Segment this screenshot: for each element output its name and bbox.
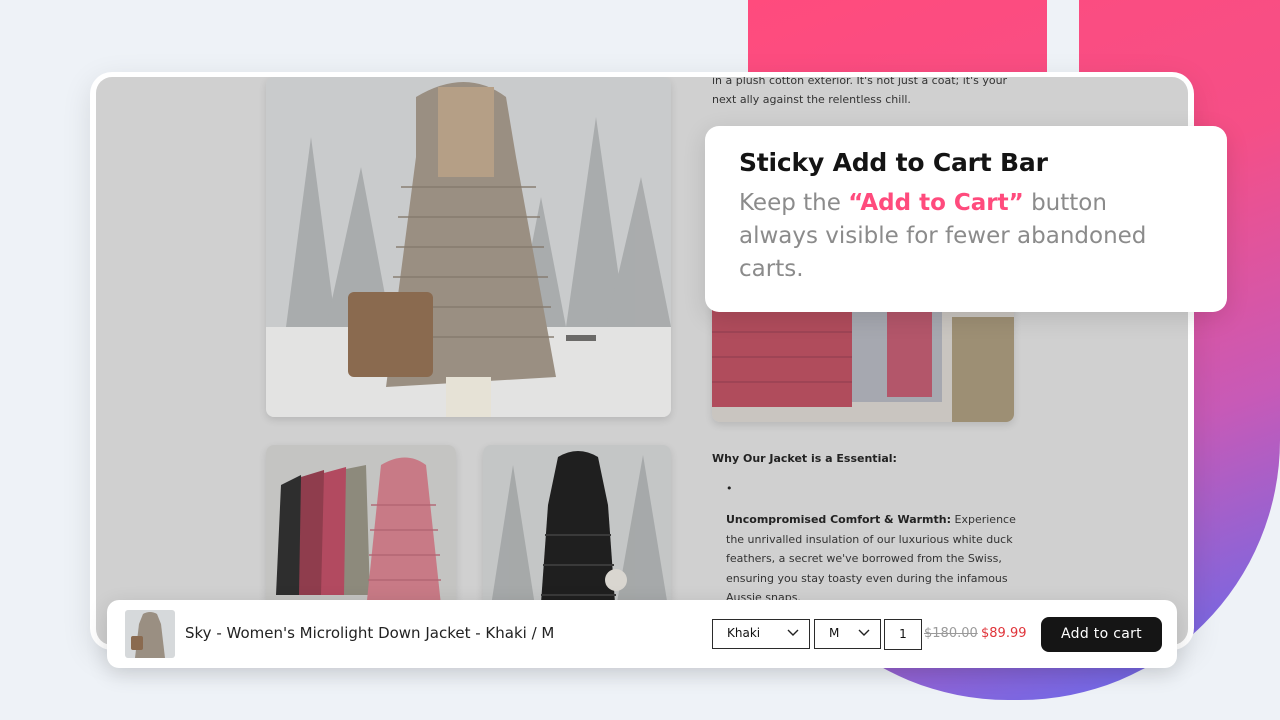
section-heading: Why Our Jacket is a Essential: <box>712 452 897 465</box>
color-select-value: Khaki <box>727 626 761 640</box>
chevron-down-icon <box>858 626 870 643</box>
feature-title: Uncompromised Comfort & Warmth: <box>726 513 952 526</box>
original-price: $180.00 <box>924 626 978 641</box>
callout-title: Sticky Add to Cart Bar <box>739 148 1048 177</box>
product-description-intro: in a plush cotton exterior. It's not jus… <box>712 77 1008 106</box>
product-thumbnail <box>125 610 175 658</box>
callout-body-accent: “Add to Cart” <box>848 190 1024 216</box>
bullet-marker: • <box>726 482 733 495</box>
main-product-image[interactable] <box>266 77 671 417</box>
callout-body: Keep the “Add to Cart” button always vis… <box>739 187 1193 286</box>
quantity-input[interactable]: 1 <box>884 619 922 650</box>
sticky-product-name: Sky - Women's Microlight Down Jacket - K… <box>185 624 555 642</box>
feature-paragraph: Uncompromised Comfort & Warmth: Experien… <box>726 510 1026 608</box>
sale-price: $89.99 <box>981 626 1027 641</box>
size-select-value: M <box>829 626 840 640</box>
sticky-add-to-cart-bar: Sky - Women's Microlight Down Jacket - K… <box>107 600 1177 668</box>
rack-photo-red-jackets[interactable] <box>712 297 1014 422</box>
color-select[interactable]: Khaki <box>712 619 810 649</box>
feature-text: Experience the unrivalled insulation of … <box>726 513 1016 604</box>
feature-callout-card: Sticky Add to Cart Bar Keep the “Add to … <box>705 126 1227 312</box>
callout-body-prefix: Keep the <box>739 190 849 216</box>
size-select[interactable]: M <box>814 619 881 649</box>
add-to-cart-button[interactable]: Add to cart <box>1041 617 1162 652</box>
chevron-down-icon <box>787 626 799 643</box>
